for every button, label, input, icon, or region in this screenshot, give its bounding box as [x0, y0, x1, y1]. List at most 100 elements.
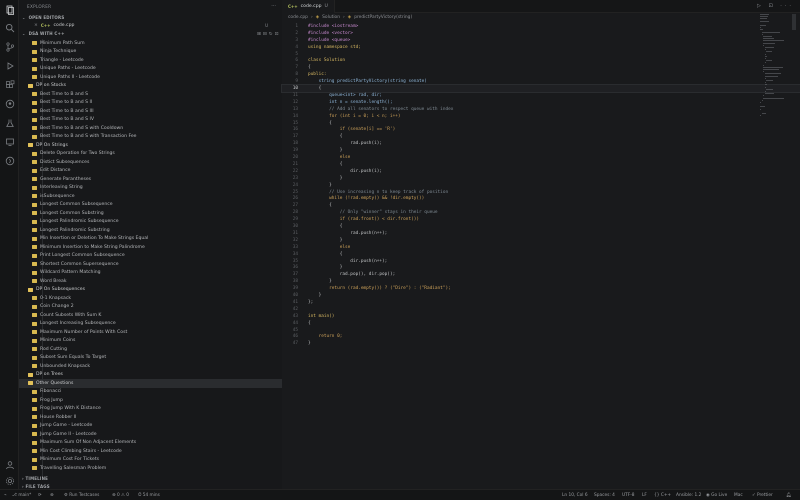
- tree-file[interactable]: Min Cost Climbing Stairs - Leetcode: [19, 447, 282, 456]
- tree-file[interactable]: House Robber II: [19, 413, 282, 422]
- code-line[interactable]: 10 {: [281, 84, 800, 93]
- leetcode-icon[interactable]: [3, 154, 16, 167]
- debug-icon[interactable]: ⊗: [50, 493, 54, 498]
- code-line[interactable]: 20 else: [282, 154, 800, 161]
- notifications-bell-icon[interactable]: 🔔︎: [786, 493, 791, 498]
- extensions-icon[interactable]: [3, 78, 16, 91]
- code-line[interactable]: 1 #include <iostream>: [282, 23, 800, 30]
- keyboard-layout[interactable]: Mac: [734, 493, 743, 498]
- code-line[interactable]: 8 public:: [282, 71, 800, 78]
- tree-file[interactable]: Longest Common Substring: [19, 209, 282, 218]
- tree-file[interactable]: Unique Paths II - Leetcode: [19, 73, 282, 82]
- code-line[interactable]: 9 string predictPartyVictory(string sena…: [282, 78, 800, 85]
- minimap[interactable]: [760, 14, 786, 124]
- language-mode[interactable]: {} C++: [654, 493, 671, 498]
- code-line[interactable]: 31 rad.push(n++);: [282, 230, 800, 237]
- code-line[interactable]: 32 }: [282, 237, 800, 244]
- tree-file[interactable]: Best Time to B and S III: [19, 107, 282, 116]
- code-line[interactable]: 2 #include <vector>: [282, 30, 800, 37]
- tree-file[interactable]: Print Longest Common Subsequence: [19, 252, 282, 261]
- tree-file[interactable]: Rod Cutting: [19, 345, 282, 354]
- testing-icon[interactable]: [3, 116, 16, 129]
- editor-actions[interactable]: ▷ ⊡ ···: [757, 3, 794, 9]
- code-line[interactable]: 26 while (!rad.empty() && !dir.empty()): [282, 196, 800, 203]
- tree-file[interactable]: Subset Sum Equals To Target: [19, 354, 282, 363]
- tree-file[interactable]: Wildcard Pattern Matching: [19, 269, 282, 278]
- code-line[interactable]: 29 if (rad.front() < dir.front()): [282, 216, 800, 223]
- collapse-all-icon[interactable]: ⊡: [275, 32, 281, 37]
- tree-file[interactable]: Best Time to B and S with Cooldown: [19, 124, 282, 133]
- tab-code-cpp[interactable]: C++ code.cpp U: [282, 0, 335, 13]
- tree-file[interactable]: Unbounded Knapsack: [19, 362, 282, 371]
- settings-gear-icon[interactable]: [3, 474, 16, 487]
- code-line[interactable]: 28 // Only "winner" stays in their queue: [282, 209, 800, 216]
- code-line[interactable]: 18 rad.push(i);: [282, 140, 800, 147]
- code-line[interactable]: 27 {: [282, 202, 800, 209]
- tree-folder[interactable]: DP on Stocks: [19, 82, 282, 91]
- code-line[interactable]: 34 {: [282, 251, 800, 258]
- tree-file[interactable]: Frog Jump: [19, 396, 282, 405]
- tree-file[interactable]: Edit Distance: [19, 167, 282, 176]
- sync-icon[interactable]: ⟳: [38, 493, 42, 498]
- tree-folder[interactable]: DP On Subsequences: [19, 286, 282, 295]
- indentation[interactable]: Spaces: 4: [594, 493, 615, 498]
- code-line[interactable]: 43 int main(): [282, 313, 800, 320]
- code-line[interactable]: 4 using namespace std;: [282, 44, 800, 51]
- encoding[interactable]: UTF-8: [622, 493, 635, 498]
- tree-file[interactable]: Jump Game - Leetcode: [19, 422, 282, 431]
- tree-file[interactable]: Interleaving String: [19, 184, 282, 193]
- tree-file[interactable]: Best Time to B and S: [19, 90, 282, 99]
- code-line[interactable]: 15 {: [282, 120, 800, 127]
- code-line[interactable]: 3 #include <queue>: [282, 37, 800, 44]
- code-line[interactable]: 22 dir.push(i);: [282, 168, 800, 175]
- code-line[interactable]: 35 dir.push(n++);: [282, 258, 800, 265]
- branch-indicator[interactable]: ⎇ main*: [12, 493, 31, 498]
- problems-indicator[interactable]: ⊗ 0 ⚠ 0: [112, 493, 129, 498]
- tree-file[interactable]: Generate Parantheses: [19, 175, 282, 184]
- tree-file[interactable]: Triangle - Leetcode: [19, 56, 282, 65]
- tree-file[interactable]: Jump Game II - Leetcode: [19, 430, 282, 439]
- code-line[interactable]: 17 {: [282, 133, 800, 140]
- prettier-status[interactable]: ✓ Prettier: [752, 493, 773, 498]
- tree-file[interactable]: Best Time to B and S II: [19, 99, 282, 108]
- tree-file[interactable]: isSubsequence: [19, 192, 282, 201]
- project-header[interactable]: ⌄ DSA WITH C++: [22, 31, 65, 36]
- tree-file[interactable]: Frog Jump With K Distance: [19, 405, 282, 414]
- tree-file[interactable]: Longest Palindromic Subsequence: [19, 218, 282, 227]
- tree-file[interactable]: Count Subsets With Sum K: [19, 311, 282, 320]
- timeline-header[interactable]: › TIMELINE: [22, 476, 48, 481]
- tree-file[interactable]: Longest Common Subsequence: [19, 201, 282, 210]
- code-line[interactable]: 41};: [282, 299, 800, 306]
- code-line[interactable]: 19 }: [282, 147, 800, 154]
- code-line[interactable]: 23 }: [282, 175, 800, 182]
- code-line[interactable]: 37 rad.pop(), dir.pop();: [282, 271, 800, 278]
- remote-icon[interactable]: ⌁: [4, 493, 7, 498]
- tree-file[interactable]: Word Break: [19, 277, 282, 286]
- time-tracker[interactable]: ⏱ 54 mins: [138, 493, 160, 498]
- cursor-position[interactable]: Ln 10, Col 6: [562, 493, 588, 498]
- end-of-line[interactable]: LF: [642, 493, 647, 498]
- code-line[interactable]: 45: [282, 327, 800, 334]
- tree-file[interactable]: Min Insertion or Deletion To Make String…: [19, 235, 282, 244]
- code-line[interactable]: 6 class Solution: [282, 58, 800, 65]
- tree-file[interactable]: Maximum Number of Points With Cost: [19, 328, 282, 337]
- code-line[interactable]: 5: [282, 51, 800, 58]
- run-testcases-button[interactable]: ⚙ Run Testcases: [64, 493, 99, 498]
- more-actions-icon[interactable]: ···: [271, 3, 276, 9]
- tree-file[interactable]: Shortest Common Supersequence: [19, 260, 282, 269]
- code-line[interactable]: 39 return (rad.empty()) ? ("Dire") : ("R…: [282, 285, 800, 292]
- code-line[interactable]: 46 return 0;: [282, 334, 800, 341]
- code-line[interactable]: 42: [282, 306, 800, 313]
- code-line[interactable]: 14 for (int i = 0; i < n; i++): [282, 113, 800, 120]
- code-line[interactable]: 13 // Add all senators to respect queue …: [282, 106, 800, 113]
- code-line[interactable]: 47}: [282, 340, 800, 347]
- tree-file[interactable]: Best Time to B and S IV: [19, 116, 282, 125]
- code-line[interactable]: 30 {: [282, 223, 800, 230]
- tree-file[interactable]: Travelling Salesman Problem: [19, 464, 282, 473]
- tree-file[interactable]: Minimum Coins: [19, 337, 282, 346]
- breadcrumb-method[interactable]: predictPartyVictory(string): [354, 15, 412, 20]
- tree-folder[interactable]: DP on Trees: [19, 371, 282, 380]
- tree-file[interactable]: Minimum Insertion to Make String Palindr…: [19, 243, 282, 252]
- vertical-scrollbar[interactable]: [792, 14, 796, 30]
- tree-file[interactable]: Longest Palindromic Substring: [19, 226, 282, 235]
